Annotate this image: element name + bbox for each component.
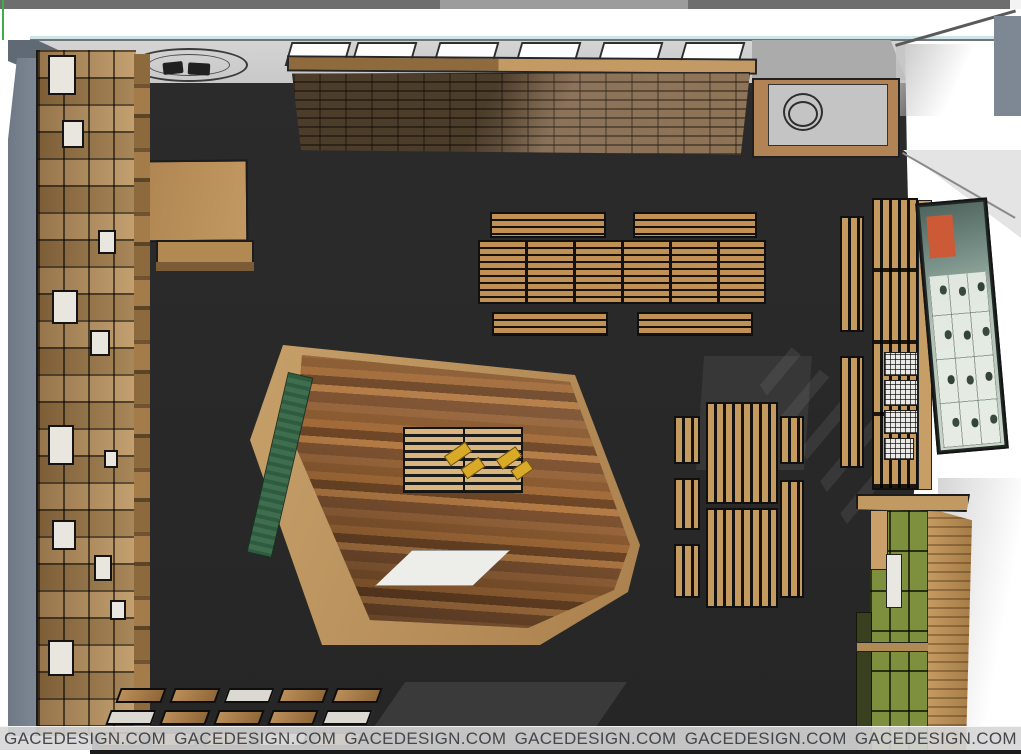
slat-bench-vertical bbox=[674, 416, 700, 464]
slat-bench-vertical bbox=[840, 216, 864, 332]
display-box bbox=[213, 710, 264, 725]
display-box bbox=[331, 688, 382, 703]
watermark-text: GACEDESIGN.COM bbox=[4, 729, 166, 749]
white-cube bbox=[98, 230, 116, 254]
left-cube-shelving bbox=[36, 50, 136, 736]
mesh-basket bbox=[884, 438, 914, 460]
wood-slat-screen bbox=[292, 72, 750, 156]
ceiling-vent-1 bbox=[162, 61, 183, 75]
display-box bbox=[115, 688, 166, 703]
basin-circle-inner bbox=[788, 101, 818, 127]
watermark-text: GACEDESIGN.COM bbox=[685, 729, 847, 749]
slat-table-vertical bbox=[706, 508, 778, 608]
slat-bench-vertical bbox=[674, 544, 700, 598]
green-shelf-top-bar bbox=[856, 494, 970, 512]
right-wall-shade-top bbox=[896, 44, 986, 116]
top-border-band-corner bbox=[1010, 0, 1021, 9]
slat-bench-vertical bbox=[780, 480, 804, 598]
platform-table-divider bbox=[463, 429, 465, 491]
white-cube bbox=[110, 600, 126, 620]
slat-bench-vertical bbox=[840, 356, 864, 468]
slat-bench-vertical bbox=[674, 478, 700, 530]
basin-circle bbox=[783, 93, 823, 131]
display-box bbox=[277, 688, 328, 703]
green-shelf-mid-bar bbox=[856, 642, 930, 652]
counter-top bbox=[768, 84, 888, 146]
display-box bbox=[169, 688, 220, 703]
artwork-orange-square bbox=[926, 214, 956, 258]
table-dividers bbox=[480, 242, 764, 302]
white-cube bbox=[48, 425, 74, 465]
display-box bbox=[321, 710, 372, 725]
ceiling-band-right bbox=[752, 40, 906, 80]
reception-desk-edge bbox=[156, 262, 254, 271]
display-box bbox=[159, 710, 210, 725]
watermark-text: GACEDESIGN.COM bbox=[855, 729, 1017, 749]
slat-table-large bbox=[478, 240, 766, 304]
display-box bbox=[105, 710, 156, 725]
slat-table-vertical bbox=[706, 402, 778, 504]
slat-bench bbox=[490, 212, 606, 238]
artwork-plant-marks bbox=[939, 285, 947, 295]
white-cube bbox=[90, 330, 110, 356]
mesh-basket bbox=[884, 410, 918, 434]
green-shelving-unit bbox=[856, 494, 978, 754]
slat-bench-vertical bbox=[780, 416, 804, 464]
interior-render-scene: GACEDESIGN.COM GACEDESIGN.COM GACEDESIGN… bbox=[0, 0, 1021, 754]
right-wall-blue-strip bbox=[994, 16, 1021, 116]
display-box bbox=[267, 710, 318, 725]
top-border-band-left bbox=[0, 0, 440, 9]
reception-desk-extension bbox=[156, 240, 254, 264]
bottom-scene-strip bbox=[90, 750, 1021, 754]
floor-light-patch bbox=[372, 682, 627, 730]
slat-bench bbox=[633, 212, 757, 238]
white-cube bbox=[52, 520, 76, 550]
watermark-text: GACEDESIGN.COM bbox=[515, 729, 677, 749]
axis-line-green bbox=[2, 0, 4, 40]
cube-shelving-side bbox=[134, 54, 150, 736]
white-cube bbox=[48, 640, 74, 676]
service-counter bbox=[752, 78, 900, 158]
display-box bbox=[223, 688, 274, 703]
white-cube bbox=[104, 450, 118, 468]
green-shelf-white-cell bbox=[886, 554, 902, 608]
parquet-display-platform bbox=[240, 330, 660, 660]
top-border-band-mid bbox=[440, 0, 688, 9]
green-shelf-wood-side bbox=[928, 508, 972, 754]
mesh-basket bbox=[884, 352, 918, 376]
white-cube bbox=[62, 120, 84, 148]
white-cube bbox=[94, 555, 112, 581]
white-cube bbox=[52, 290, 78, 324]
left-wall-strip bbox=[8, 58, 38, 736]
ceiling-vent-2 bbox=[188, 62, 211, 75]
slat-screen-frame bbox=[287, 55, 757, 74]
white-cube bbox=[48, 55, 76, 95]
top-border-band-right bbox=[688, 0, 1010, 9]
mesh-basket bbox=[884, 380, 918, 406]
watermark-text: GACEDESIGN.COM bbox=[174, 729, 336, 749]
watermark-band: GACEDESIGN.COM GACEDESIGN.COM GACEDESIGN… bbox=[0, 726, 1021, 750]
watermark-text: GACEDESIGN.COM bbox=[344, 729, 506, 749]
